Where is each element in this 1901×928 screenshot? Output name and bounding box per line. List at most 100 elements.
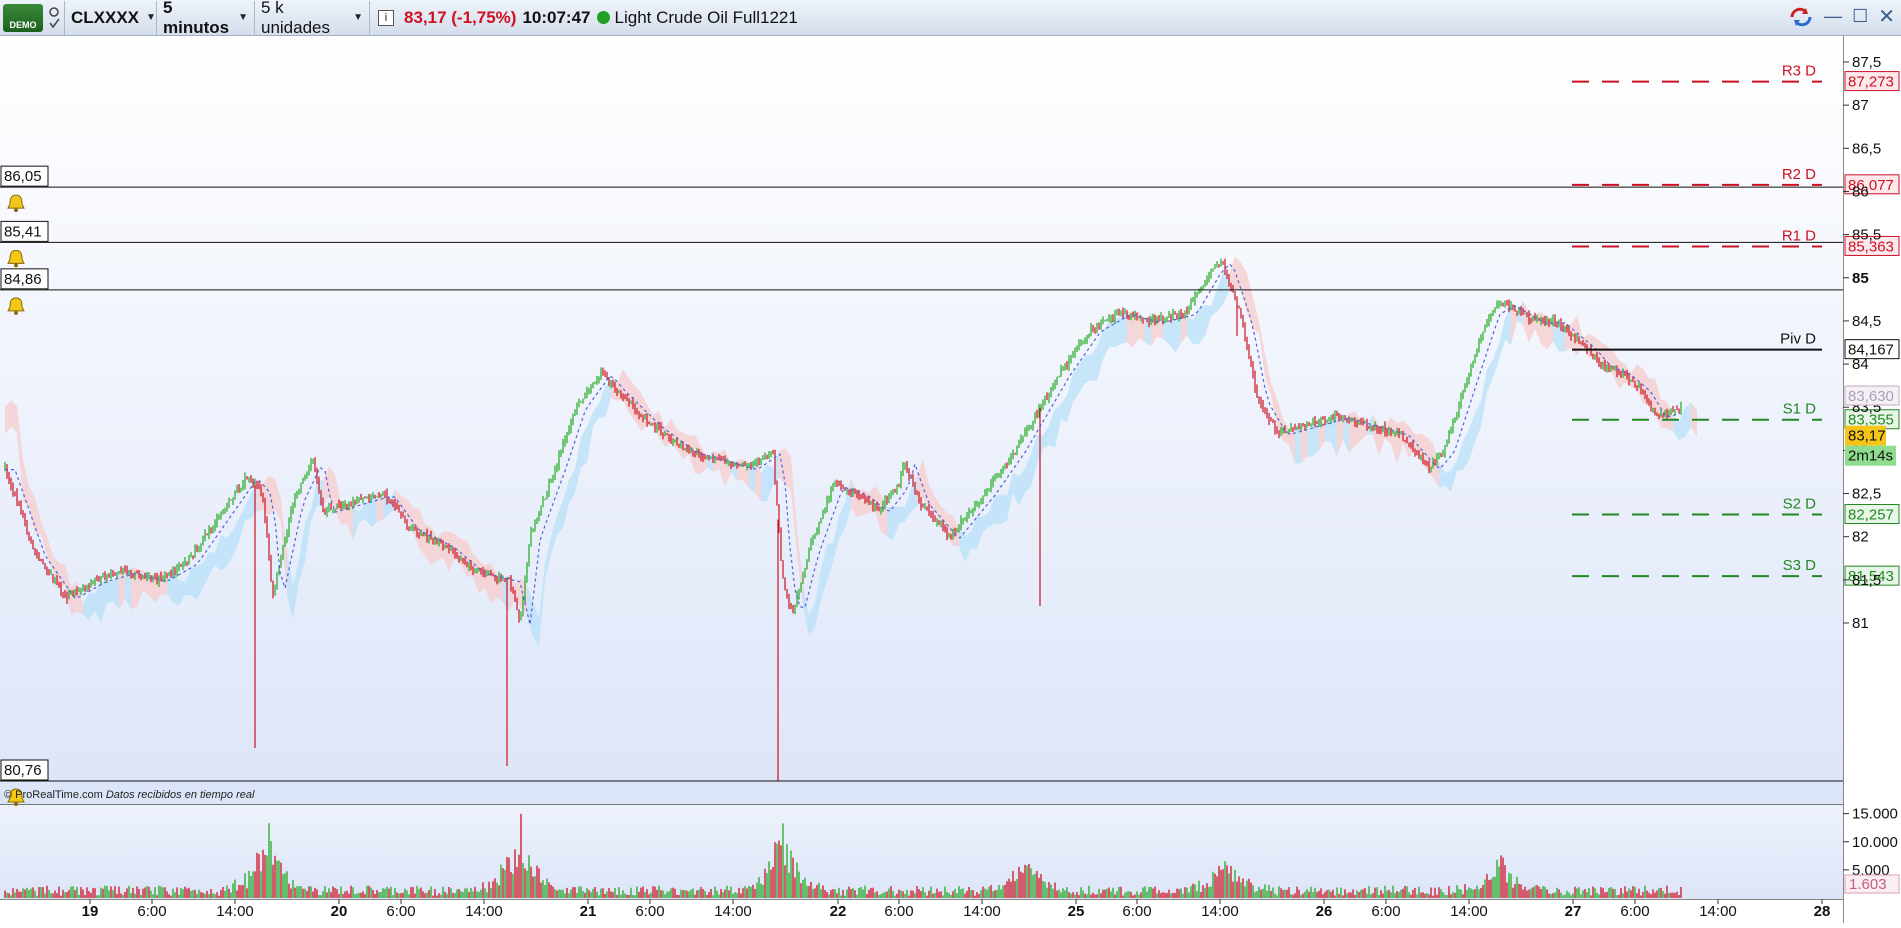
pivot-name: S1 D [1783, 401, 1817, 418]
cloud-segment [1301, 425, 1307, 464]
chevron-down-icon: ▼ [146, 12, 156, 23]
pivot-name: R2 D [1782, 166, 1816, 183]
cloud-segment [371, 492, 377, 528]
link-icon[interactable] [45, 0, 65, 35]
time-tick-label: 19 [82, 903, 99, 920]
alert-value: 80,76 [4, 762, 42, 779]
cloud-segment [863, 489, 869, 515]
time-tick-label: 14:00 [1201, 903, 1239, 920]
cloud-segment [107, 581, 113, 603]
time-tick-label: 14:00 [216, 903, 254, 920]
time-tick-label: 14:00 [714, 903, 752, 920]
price-change: 83,17 (-1,75%) [404, 7, 517, 27]
price-tick-label: 85 [1852, 270, 1869, 287]
alert-value: 86,05 [4, 168, 42, 185]
price-tick-label: 82,5 [1852, 486, 1881, 503]
cloud-segment [1565, 324, 1571, 352]
price-tick-label: 81 [1852, 615, 1869, 632]
cloud-value: 83,630 [1848, 388, 1894, 405]
time-tick-label: 6:00 [1620, 903, 1649, 920]
chart-area[interactable]: 86,05 85,41 84,86 80,76 R3 D 87,273 R2 D 86,07… [0, 36, 1901, 923]
price-tick-label: 87 [1852, 97, 1869, 114]
time-tick-label: 6:00 [635, 903, 664, 920]
time-tick-label: 27 [1565, 903, 1582, 920]
volume-value: 1.603 [1849, 876, 1887, 893]
time-tick-label: 6:00 [386, 903, 415, 920]
demo-badge: DEMO [3, 3, 43, 32]
time-tick-label: 6:00 [884, 903, 913, 920]
cloud-segment [437, 531, 443, 562]
pivot-name: S3 D [1783, 557, 1817, 574]
time-tick-label: 26 [1316, 903, 1333, 920]
pivot-name: S2 D [1783, 496, 1817, 513]
cloud-segment [1601, 342, 1607, 369]
cloud-segment [713, 451, 719, 472]
time-tick-label: 14:00 [963, 903, 1001, 920]
minimize-icon[interactable]: — [1824, 6, 1842, 27]
timeframe-selector[interactable]: 5 minutos ▼ [157, 0, 255, 37]
realtime-status-icon [596, 11, 610, 24]
cloud-segment [611, 380, 617, 401]
cloud-segment [191, 565, 197, 600]
cloud-segment [257, 483, 263, 511]
maximize-icon[interactable]: ☐ [1852, 6, 1868, 27]
cloud-segment [1121, 311, 1127, 344]
price-chart[interactable]: 86,0585,4184,8680,76 R3 D87,273R2 D86,07… [0, 36, 1901, 923]
price-tick-label: 85,5 [1852, 227, 1881, 244]
price-tick-label: 86 [1852, 183, 1869, 200]
price-pane [0, 36, 1843, 804]
time-tick-label: 6:00 [1122, 903, 1151, 920]
pivot-name: R3 D [1782, 63, 1816, 80]
cloud-segment [479, 560, 485, 594]
pivot-name: Piv D [1780, 331, 1816, 348]
footer-text: © ProRealTime.com Datos recibidos en tie… [4, 789, 255, 801]
symbol-label: CLXXXX [71, 7, 140, 27]
units-selector[interactable]: 5 k unidades ▼ [255, 0, 370, 37]
price-tick-label: 84 [1852, 356, 1869, 373]
cloud-segment [1325, 422, 1331, 443]
info-icon[interactable]: i [378, 9, 394, 26]
time-tick-label: 20 [331, 903, 348, 920]
time-tick-label: 22 [830, 903, 847, 920]
close-icon[interactable]: ✕ [1878, 4, 1895, 29]
time-tick-label: 21 [580, 903, 597, 920]
pivot-value: 82,257 [1848, 507, 1894, 524]
cloud-segment [1001, 494, 1007, 525]
time-axis: 19 6:00 14:00 20 6:00 14:00 21 6:00 14:00 22 6:00 1… [82, 899, 1831, 920]
time-tick-label: 14:00 [1450, 903, 1488, 920]
cloud-segment [1127, 311, 1133, 348]
alert-value: 84,86 [4, 271, 42, 288]
last-price-value: 83,17 [1848, 428, 1886, 445]
units-label: 5 k unidades [261, 0, 331, 37]
chevron-down-icon: ▼ [238, 12, 248, 23]
cloud-segment [221, 535, 227, 571]
time-tick-label: 14:00 [465, 903, 503, 920]
cloud-segment [1085, 354, 1091, 384]
cloud-segment [341, 501, 347, 525]
cloud-segment [887, 506, 893, 541]
window-controls: — ☐ ✕ [1788, 4, 1895, 29]
cloud-segment [1559, 326, 1565, 352]
price-tick-label: 84,5 [1852, 313, 1881, 330]
cloud-segment [995, 494, 1001, 525]
timeframe-label: 5 minutos [163, 0, 230, 37]
volume-axis: 15.00010.0005.0001.603 [1843, 806, 1900, 894]
time-tick-label: 25 [1068, 903, 1085, 920]
refresh-icon[interactable] [1788, 6, 1814, 28]
volume-tick-label: 15.000 [1852, 806, 1898, 823]
time-tick-label: 28 [1814, 903, 1831, 920]
toolbar: DEMO CLXXXX ▼ 5 minutos ▼ 5 k unidades ▼ i … [0, 0, 1901, 37]
pivot-value: 87,273 [1848, 74, 1894, 91]
pivot-name: R1 D [1782, 227, 1816, 244]
volume-tick-label: 10.000 [1852, 834, 1898, 851]
time-tick-label: 6:00 [137, 903, 166, 920]
price-tick-label: 86,5 [1852, 140, 1881, 157]
symbol-selector[interactable]: CLXXXX ▼ [65, 0, 157, 35]
cloud-segment [857, 489, 863, 518]
cloud-segment [1349, 411, 1355, 453]
price-tick-label: 87,5 [1852, 54, 1881, 71]
cloud-segment [1115, 315, 1121, 348]
price-tick-label: 81,5 [1852, 572, 1881, 589]
cloud-segment [269, 476, 275, 516]
cloud-segment [899, 506, 905, 524]
